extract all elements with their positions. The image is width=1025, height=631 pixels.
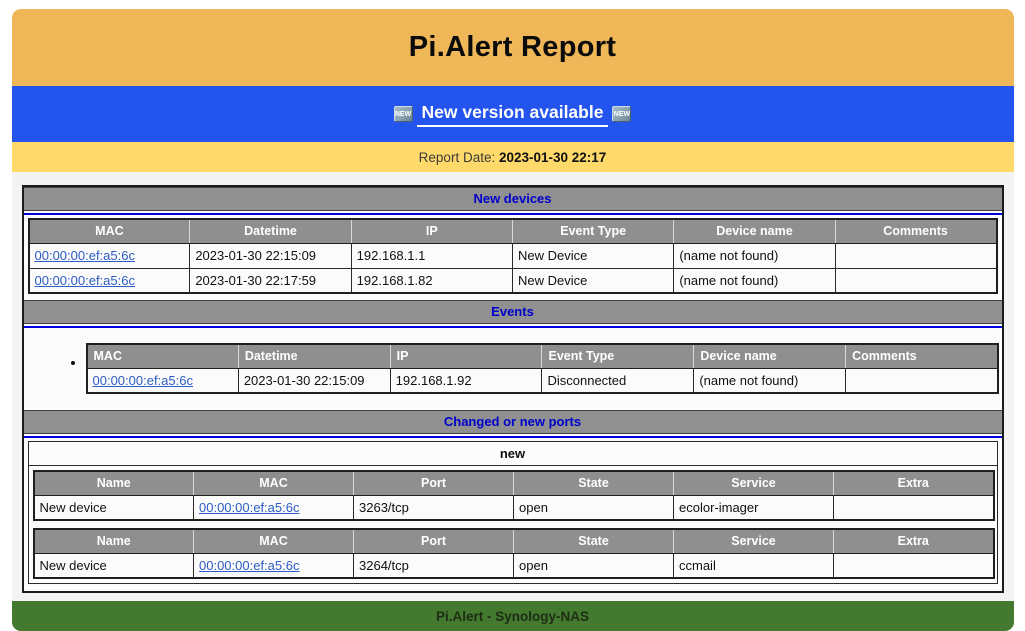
event-type-cell: New Device — [512, 243, 673, 268]
column-header-port: Port — [354, 471, 514, 495]
column-header-port: Port — [354, 529, 514, 553]
column-header-device-name: Device name — [694, 344, 846, 368]
table-header-row: MAC Datetime IP Event Type Device name C… — [87, 344, 998, 368]
new-version-link[interactable]: New version available — [417, 102, 609, 127]
report-header: Pi.Alert Report — [12, 9, 1014, 86]
event-type-cell: Disconnected — [542, 368, 694, 393]
datetime-cell: 2023-01-30 22:15:09 — [190, 243, 351, 268]
column-header-ip: IP — [390, 344, 542, 368]
column-header-state: State — [514, 529, 674, 553]
column-header-device-name: Device name — [674, 219, 835, 243]
mac-link[interactable]: 00:00:00:ef:a5:6c — [199, 500, 299, 515]
extra-cell — [834, 553, 994, 578]
events-list: MAC Datetime IP Event Type Device name C… — [24, 331, 1002, 410]
ports-group-label: new — [29, 442, 997, 466]
ports-table-1: Name MAC Port State Service Extra New de… — [33, 470, 995, 521]
version-banner: NEW New version available NEW — [12, 86, 1014, 142]
column-header-comments: Comments — [835, 219, 996, 243]
report-footer: Pi.Alert - Synology-NAS — [12, 601, 1014, 631]
column-header-service: Service — [674, 471, 834, 495]
port-cell: 3263/tcp — [354, 495, 514, 520]
event-type-cell: New Device — [512, 268, 673, 293]
table-row: 00:00:00:ef:a5:6c 2023-01-30 22:15:09 19… — [29, 243, 997, 268]
ports-group-box: new Name MAC Port State Service Extra — [28, 441, 998, 584]
column-header-name: Name — [34, 529, 194, 553]
column-header-extra: Extra — [834, 471, 994, 495]
column-header-event-type: Event Type — [542, 344, 694, 368]
mac-link[interactable]: 00:00:00:ef:a5:6c — [93, 373, 193, 388]
port-cell: 3264/tcp — [354, 553, 514, 578]
comments-cell — [835, 243, 996, 268]
comments-cell — [846, 368, 998, 393]
device-name-cell: (name not found) — [674, 268, 835, 293]
state-cell: open — [514, 495, 674, 520]
table-row: 00:00:00:ef:a5:6c 2023-01-30 22:17:59 19… — [29, 268, 997, 293]
section-title-new-devices: New devices — [24, 187, 1002, 211]
ports-table-2: Name MAC Port State Service Extra New de… — [33, 528, 995, 579]
mac-link[interactable]: 00:00:00:ef:a5:6c — [35, 248, 135, 263]
section-title-changed-ports: Changed or new ports — [24, 410, 1002, 434]
new-badge-icon: NEW — [394, 106, 413, 122]
section-title-events: Events — [24, 300, 1002, 324]
device-name-cell: New device — [34, 495, 194, 520]
table-header-row: Name MAC Port State Service Extra — [34, 471, 994, 495]
event-list-item: MAC Datetime IP Event Type Device name C… — [86, 343, 999, 394]
column-header-datetime: Datetime — [238, 344, 390, 368]
column-header-mac: MAC — [87, 344, 239, 368]
column-header-state: State — [514, 471, 674, 495]
device-name-cell: (name not found) — [694, 368, 846, 393]
state-cell: open — [514, 553, 674, 578]
mac-link[interactable]: 00:00:00:ef:a5:6c — [35, 273, 135, 288]
column-header-ip: IP — [351, 219, 512, 243]
section-divider — [24, 213, 1002, 215]
column-header-name: Name — [34, 471, 194, 495]
page-title: Pi.Alert Report — [409, 31, 617, 64]
mac-link[interactable]: 00:00:00:ef:a5:6c — [199, 558, 299, 573]
column-header-comments: Comments — [846, 344, 998, 368]
new-badge-icon: NEW — [612, 106, 631, 122]
device-name-cell: (name not found) — [674, 243, 835, 268]
content-box: New devices MAC Datetime IP Event Type D… — [22, 185, 1004, 593]
column-header-event-type: Event Type — [512, 219, 673, 243]
pialert-report-page: Pi.Alert Report NEW New version availabl… — [12, 9, 1014, 631]
datetime-cell: 2023-01-30 22:17:59 — [190, 268, 351, 293]
table-header-row: Name MAC Port State Service Extra — [34, 529, 994, 553]
new-devices-table: MAC Datetime IP Event Type Device name C… — [28, 218, 998, 294]
column-header-extra: Extra — [834, 529, 994, 553]
ip-cell: 192.168.1.1 — [351, 243, 512, 268]
report-date-label: Report Date: — [419, 150, 496, 165]
section-divider — [24, 326, 1002, 328]
extra-cell — [834, 495, 994, 520]
report-body: New devices MAC Datetime IP Event Type D… — [12, 172, 1014, 601]
column-header-datetime: Datetime — [190, 219, 351, 243]
ip-cell: 192.168.1.82 — [351, 268, 512, 293]
table-header-row: MAC Datetime IP Event Type Device name C… — [29, 219, 997, 243]
events-table: MAC Datetime IP Event Type Device name C… — [86, 343, 999, 394]
column-header-service: Service — [674, 529, 834, 553]
table-row: New device 00:00:00:ef:a5:6c 3264/tcp op… — [34, 553, 994, 578]
service-cell: ccmail — [674, 553, 834, 578]
comments-cell — [835, 268, 996, 293]
footer-label: Pi.Alert - Synology-NAS — [436, 609, 589, 624]
device-name-cell: New device — [34, 553, 194, 578]
report-date-bar: Report Date: 2023-01-30 22:17 — [12, 142, 1014, 172]
report-date-value: 2023-01-30 22:17 — [499, 150, 606, 165]
table-row: New device 00:00:00:ef:a5:6c 3263/tcp op… — [34, 495, 994, 520]
column-header-mac: MAC — [194, 529, 354, 553]
datetime-cell: 2023-01-30 22:15:09 — [238, 368, 390, 393]
column-header-mac: MAC — [29, 219, 190, 243]
table-row: 00:00:00:ef:a5:6c 2023-01-30 22:15:09 19… — [87, 368, 998, 393]
column-header-mac: MAC — [194, 471, 354, 495]
ip-cell: 192.168.1.92 — [390, 368, 542, 393]
service-cell: ecolor-imager — [674, 495, 834, 520]
section-divider — [24, 436, 1002, 438]
